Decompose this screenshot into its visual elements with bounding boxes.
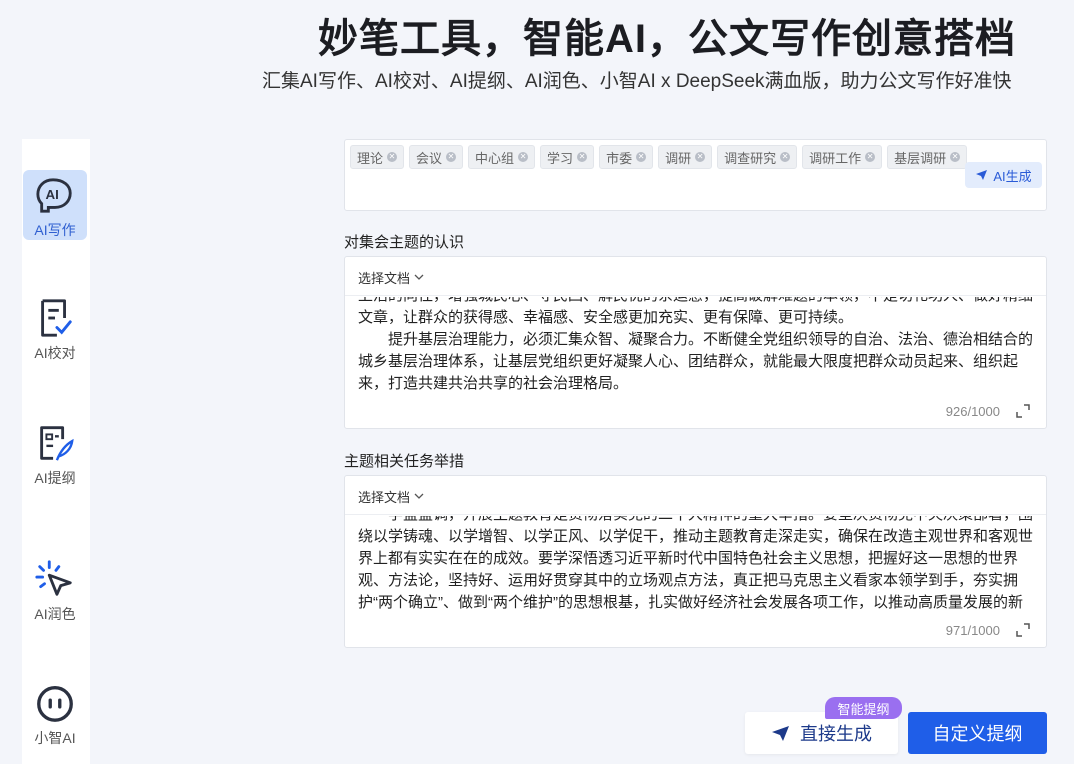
- page-title: 妙笔工具，智能AI，公文写作创意搭档: [318, 17, 1016, 61]
- sidebar-item-label: AI写作: [34, 222, 76, 238]
- keyword-tag[interactable]: 会议 ✕: [409, 145, 464, 169]
- keyword-tag[interactable]: 调研 ✕: [658, 145, 713, 169]
- remove-tag-icon[interactable]: ✕: [865, 152, 876, 162]
- send-plane-icon: [976, 170, 988, 180]
- ai-generate-button[interactable]: AI生成: [965, 162, 1042, 188]
- sidebar-item-ai-writing[interactable]: AI AI写作: [23, 170, 87, 240]
- remove-tag-icon[interactable]: ✕: [950, 152, 961, 162]
- task-measures-textarea[interactable]: 学盛盛调，开展主题教育是贯彻落实党的二十大精神的重大举措。要坚决贯彻党中央决策部…: [358, 516, 1036, 612]
- keyword-tag[interactable]: 市委 ✕: [599, 145, 654, 169]
- remove-tag-icon[interactable]: ✕: [636, 152, 647, 162]
- char-counter: 971/1000: [945, 623, 1000, 638]
- sidebar-item-ai-proofread[interactable]: AI校对: [22, 291, 88, 363]
- select-document-dropdown[interactable]: 选择文档: [358, 487, 424, 506]
- remove-tag-icon[interactable]: ✕: [577, 152, 588, 162]
- keyword-tag[interactable]: 学习 ✕: [540, 145, 595, 169]
- char-counter: 926/1000: [945, 404, 1000, 419]
- robot-face-icon: [37, 686, 73, 722]
- theme-understanding-editor: 选择文档 上活的向往，增强城民心、守民回、解民忧的系运感，提高破解难题的本领，不…: [344, 256, 1047, 429]
- remove-tag-icon[interactable]: ✕: [387, 152, 398, 162]
- sidebar-item-label: 小智AI: [34, 730, 76, 746]
- send-plane-icon: [772, 725, 789, 741]
- chevron-down-icon: [414, 493, 424, 499]
- section-label-task-measures: 主题相关任务举措: [344, 453, 465, 470]
- keyword-tag[interactable]: 调研工作 ✕: [802, 145, 883, 169]
- text-paragraph: 学盛盛调，开展主题教育是贯彻落实党的二十大精神的重大举措。要坚决贯彻党中央决策部…: [358, 516, 1034, 611]
- sidebar-item-label: AI提纲: [34, 470, 76, 486]
- task-measures-editor: 选择文档 学盛盛调，开展主题教育是贯彻落实党的二十大精神的重大举措。要坚决贯彻党…: [344, 475, 1047, 648]
- tool-sidebar: AI AI写作 AI校对 AI提纲 AI润色 小智AI: [22, 139, 90, 764]
- outline-doc-pen-icon: [40, 426, 74, 461]
- section-label-theme-understanding: 对集会主题的认识: [344, 234, 465, 251]
- remove-tag-icon[interactable]: ✕: [780, 152, 791, 162]
- sidebar-item-label: AI校对: [34, 345, 76, 361]
- expand-icon[interactable]: [1016, 623, 1030, 637]
- select-document-dropdown[interactable]: 选择文档: [358, 268, 424, 287]
- sidebar-item-xiaozhi-ai[interactable]: 小智AI: [22, 676, 88, 748]
- theme-understanding-textarea[interactable]: 上活的向往，增强城民心、守民回、解民忧的系运感，提高破解难题的本领，不是切礼功人…: [358, 297, 1036, 393]
- divider: [345, 514, 1046, 515]
- keyword-panel: 理论 ✕ 会议 ✕ 中心组 ✕ 学习 ✕ 市委 ✕ 调研 ✕ 调查研究 ✕ 调研工作 ✕ 基层调…: [344, 139, 1047, 211]
- remove-tag-icon[interactable]: ✕: [695, 152, 706, 162]
- keyword-tag[interactable]: 理论 ✕: [350, 145, 405, 169]
- custom-outline-button[interactable]: 自定义提纲: [908, 712, 1047, 754]
- svg-text:AI: AI: [45, 187, 58, 202]
- polish-sparkle-cursor-icon: [35, 560, 72, 596]
- keyword-tag[interactable]: 调查研究 ✕: [717, 145, 798, 169]
- page-subtitle: 汇集AI写作、AI校对、AI提纲、AI润色、小智AI x DeepSeek满血版…: [262, 71, 1012, 92]
- chevron-down-icon: [414, 274, 424, 280]
- keyword-tag-list: 理论 ✕ 会议 ✕ 中心组 ✕ 学习 ✕ 市委 ✕ 调研 ✕ 调查研究 ✕ 调研工作 ✕ 基层调…: [350, 145, 968, 169]
- remove-tag-icon[interactable]: ✕: [518, 152, 529, 162]
- ai-writing-head-icon: AI: [36, 178, 72, 213]
- expand-icon[interactable]: [1016, 404, 1030, 418]
- text-paragraph: 提升基层治理能力，必须汇集众智、凝聚合力。不断健全党组织领导的自治、法治、德治相…: [358, 331, 1034, 392]
- text-paragraph: 上活的向往，增强城民心、守民回、解民忧的系运感，提高破解难题的本领，不是切礼功人…: [358, 297, 1033, 326]
- keyword-tag[interactable]: 基层调研 ✕: [887, 145, 968, 169]
- proofread-doc-icon: [41, 299, 72, 337]
- sidebar-item-label: AI润色: [34, 606, 76, 622]
- sidebar-item-ai-outline[interactable]: AI提纲: [22, 416, 88, 488]
- divider: [345, 295, 1046, 296]
- keyword-tag[interactable]: 中心组 ✕: [468, 145, 536, 169]
- smart-outline-badge: 智能提纲: [825, 697, 902, 719]
- remove-tag-icon[interactable]: ✕: [446, 152, 457, 162]
- sidebar-item-ai-polish[interactable]: AI润色: [22, 552, 88, 624]
